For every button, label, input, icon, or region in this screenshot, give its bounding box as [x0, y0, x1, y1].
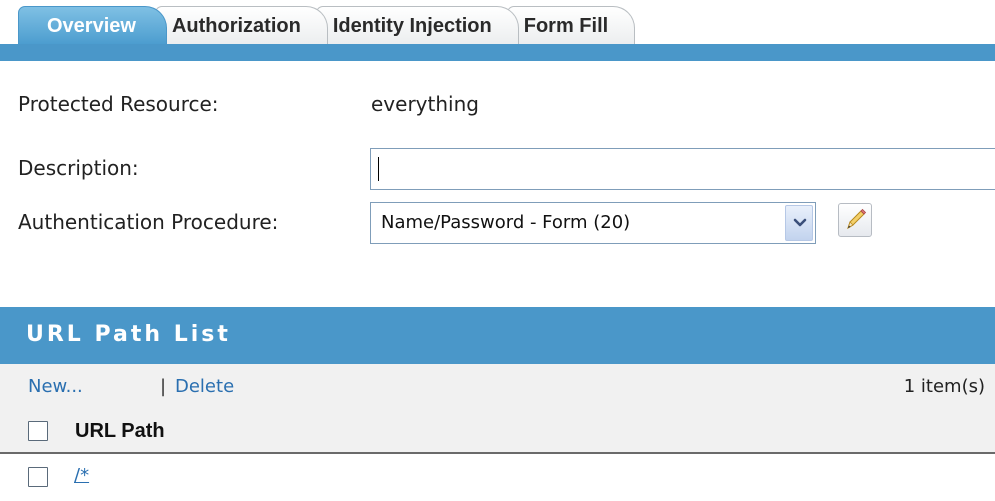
select-all-checkbox[interactable] [28, 421, 48, 441]
edit-auth-procedure-button[interactable] [838, 203, 872, 237]
tab-bar: Overview Authorization Identity Injectio… [0, 0, 995, 61]
auth-procedure-label: Authentication Procedure: [18, 210, 279, 234]
chevron-down-icon [793, 218, 807, 227]
tab-overview[interactable]: Overview [18, 6, 167, 44]
item-count: 1 item(s) [903, 376, 985, 397]
delete-button[interactable]: Delete [175, 376, 234, 397]
tab-authorization[interactable]: Authorization [154, 6, 328, 44]
url-path-column-header: URL Path [75, 420, 165, 442]
url-path-list-title: URL Path List [26, 322, 231, 347]
new-button[interactable]: New... [28, 376, 83, 397]
pencil-icon [847, 208, 867, 230]
description-label: Description: [18, 156, 139, 180]
table-row: /* [0, 456, 995, 501]
url-path-list-header: URL Path List [0, 307, 995, 364]
table-header: URL Path [0, 408, 995, 454]
tab-form-fill[interactable]: Form Fill [506, 6, 636, 44]
protected-resource-label: Protected Resource: [18, 92, 219, 116]
toolbar-separator: | [160, 376, 167, 397]
url-path-toolbar: New... | Delete 1 item(s) [0, 364, 995, 408]
text-caret [378, 157, 379, 181]
auth-procedure-selected-value: Name/Password - Form (20) [381, 212, 631, 233]
tab-list: Overview Authorization Identity Injectio… [18, 6, 636, 44]
auth-procedure-select[interactable]: Name/Password - Form (20) [370, 202, 816, 244]
description-field[interactable] [370, 148, 995, 190]
tab-identity-injection[interactable]: Identity Injection [315, 6, 519, 44]
url-path-link[interactable]: /* [74, 465, 89, 486]
protected-resource-value: everything [371, 92, 479, 116]
tab-underline-bar [0, 44, 995, 61]
row-checkbox[interactable] [28, 467, 48, 487]
dropdown-button[interactable] [785, 205, 813, 241]
